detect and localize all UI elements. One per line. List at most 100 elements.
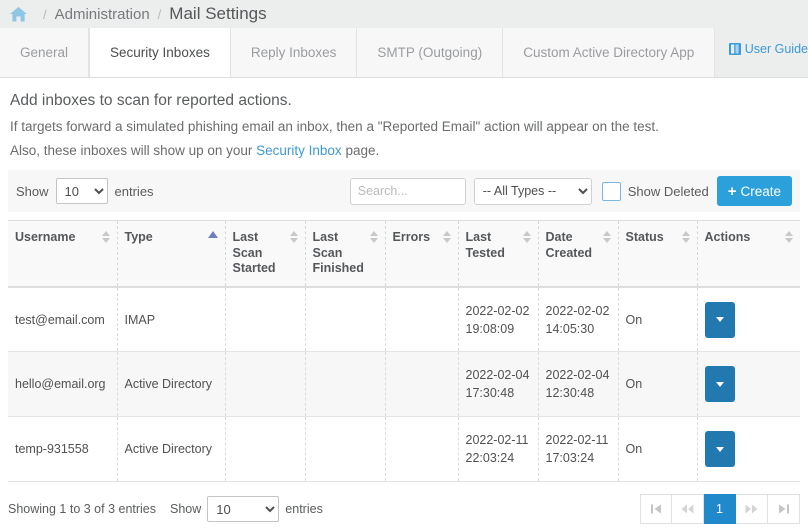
cell-username: hello@email.org bbox=[8, 351, 118, 418]
sort-arrows-icon bbox=[101, 231, 110, 243]
row-actions-dropdown-button[interactable] bbox=[704, 366, 735, 403]
sort-arrows-icon bbox=[442, 231, 451, 243]
column-header-last-tested[interactable]: Last Tested bbox=[458, 219, 539, 288]
toolbar-right-group: -- All Types --IMAPActive DirectoryExcha… bbox=[349, 176, 792, 206]
cell-errors bbox=[385, 351, 459, 418]
type-filter-select[interactable]: -- All Types --IMAPActive DirectoryExcha… bbox=[473, 177, 592, 205]
cell-status: On bbox=[618, 416, 698, 483]
sort-arrows-icon bbox=[289, 231, 298, 243]
pagination-page-1[interactable]: 1 bbox=[704, 494, 736, 525]
page-title: Mail Settings bbox=[169, 4, 267, 23]
search-input[interactable] bbox=[349, 177, 466, 205]
column-label: Status bbox=[625, 230, 664, 244]
prev-page-icon bbox=[681, 504, 694, 514]
column-label: Type bbox=[124, 230, 153, 244]
cell-last-scan-started bbox=[225, 286, 306, 353]
pagination-next-button[interactable] bbox=[736, 494, 768, 525]
intro-line-2-before: Also, these inboxes will show up on your bbox=[10, 143, 257, 158]
table-row: test@email.com IMAP 2022-02-02 19:08:09 202… bbox=[8, 286, 800, 353]
cell-last-scan-finished bbox=[305, 351, 386, 418]
pagination-previous-button[interactable] bbox=[672, 494, 704, 525]
breadcrumb-administration[interactable]: Administration bbox=[55, 6, 150, 23]
column-header-errors[interactable]: Errors bbox=[385, 219, 459, 288]
cell-last-tested: 2022-02-04 17:30:48 bbox=[458, 351, 539, 418]
column-label: Date Created bbox=[545, 230, 593, 260]
column-header-type[interactable]: Type bbox=[117, 219, 226, 288]
user-guide-link[interactable]: User Guide bbox=[728, 42, 808, 56]
intro-title: Add inboxes to scan for reported actions… bbox=[10, 92, 292, 109]
table-footer: Showing 1 to 3 of 3 entries Show 1025501… bbox=[8, 492, 800, 526]
tab-custom-active-directory-app[interactable]: Custom Active Directory App bbox=[503, 28, 716, 77]
column-header-username[interactable]: Username bbox=[8, 219, 118, 288]
plus-icon: + bbox=[727, 182, 737, 200]
pagination: 1 bbox=[640, 494, 800, 525]
intro-line-2: Also, these inboxes will show up on your… bbox=[10, 143, 798, 158]
cell-errors bbox=[385, 416, 459, 483]
table-toolbar: Show 102550100 entries -- All Types --IM… bbox=[8, 170, 800, 212]
footer-entries-length-select[interactable]: 102550100 bbox=[207, 496, 280, 523]
table-row: hello@email.org Active Directory 2022-02-0… bbox=[8, 351, 800, 418]
column-header-status[interactable]: Status bbox=[618, 219, 698, 288]
breadcrumb: / Administration / Mail Settings bbox=[0, 0, 808, 28]
cell-status: On bbox=[618, 286, 698, 353]
column-label: Last Tested bbox=[465, 230, 505, 260]
last-page-icon bbox=[778, 504, 789, 514]
tab-general[interactable]: General bbox=[0, 28, 90, 77]
tab-bar: General Security Inboxes Reply Inboxes S… bbox=[0, 28, 808, 78]
column-header-last-scan-started[interactable]: Last Scan Started bbox=[225, 219, 306, 288]
cell-last-scan-started bbox=[225, 416, 306, 483]
sort-arrows-icon bbox=[602, 231, 611, 243]
length-control: Show 102550100 entries bbox=[16, 178, 154, 204]
first-page-icon bbox=[650, 504, 662, 514]
next-page-icon bbox=[745, 504, 758, 514]
sort-arrows-icon bbox=[522, 231, 531, 243]
intro-section: Add inboxes to scan for reported actions… bbox=[0, 78, 808, 158]
column-label: Username bbox=[15, 230, 76, 244]
sort-arrows-icon bbox=[681, 231, 690, 243]
row-actions-dropdown-button[interactable] bbox=[704, 431, 735, 468]
column-label: Last Scan Started bbox=[232, 230, 276, 276]
cell-last-scan-finished bbox=[305, 286, 386, 353]
tab-reply-inboxes[interactable]: Reply Inboxes bbox=[230, 28, 358, 77]
table-header-row: Username Type Last Scan Started Last Sca… bbox=[8, 219, 800, 288]
book-icon bbox=[728, 43, 741, 55]
inboxes-table: Username Type Last Scan Started Last Sca… bbox=[8, 219, 800, 483]
show-label: Show bbox=[16, 183, 49, 199]
cell-date-created: 2022-02-04 12:30:48 bbox=[538, 351, 619, 418]
security-inbox-link[interactable]: Security Inbox bbox=[256, 143, 342, 158]
column-header-date-created[interactable]: Date Created bbox=[538, 219, 619, 288]
create-button[interactable]: + Create bbox=[716, 176, 792, 206]
tab-smtp-outgoing[interactable]: SMTP (Outgoing) bbox=[357, 28, 504, 77]
user-guide-label: User Guide bbox=[744, 42, 808, 56]
cell-actions bbox=[697, 351, 800, 418]
cell-username: test@email.com bbox=[8, 286, 118, 353]
footer-entries-label: entries bbox=[285, 502, 323, 517]
table-body: test@email.com IMAP 2022-02-02 19:08:09 202… bbox=[8, 286, 800, 483]
tab-security-inboxes[interactable]: Security Inboxes bbox=[89, 28, 231, 77]
sort-arrows-icon bbox=[785, 231, 793, 243]
cell-type: Active Directory bbox=[117, 351, 226, 418]
cell-date-created: 2022-02-11 17:03:24 bbox=[538, 416, 619, 483]
column-label: Last Scan Finished bbox=[312, 230, 364, 276]
pagination-first-button[interactable] bbox=[640, 494, 672, 525]
caret-down-icon bbox=[715, 446, 724, 452]
caret-down-icon bbox=[715, 317, 724, 323]
breadcrumb-separator-1: / bbox=[43, 6, 47, 22]
footer-length-control: Show 102550100 entries bbox=[170, 496, 323, 523]
intro-line-1: If targets forward a simulated phishing … bbox=[10, 119, 659, 134]
show-deleted-checkbox[interactable] bbox=[601, 181, 621, 201]
show-deleted-label: Show Deleted bbox=[627, 183, 709, 199]
entries-length-select[interactable]: 102550100 bbox=[55, 178, 108, 204]
cell-actions bbox=[697, 416, 800, 483]
cell-actions bbox=[697, 286, 800, 353]
row-actions-dropdown-button[interactable] bbox=[704, 301, 735, 338]
footer-show-label: Show bbox=[170, 502, 202, 517]
table-header: Username Type Last Scan Started Last Sca… bbox=[8, 219, 800, 288]
create-button-label: Create bbox=[740, 183, 781, 199]
column-header-last-scan-finished[interactable]: Last Scan Finished bbox=[305, 219, 386, 288]
pagination-last-button[interactable] bbox=[768, 494, 800, 525]
cell-type: Active Directory bbox=[117, 416, 226, 483]
column-header-actions[interactable]: Actions bbox=[697, 219, 800, 288]
home-icon[interactable] bbox=[10, 6, 27, 22]
breadcrumb-separator-2: / bbox=[157, 6, 162, 22]
